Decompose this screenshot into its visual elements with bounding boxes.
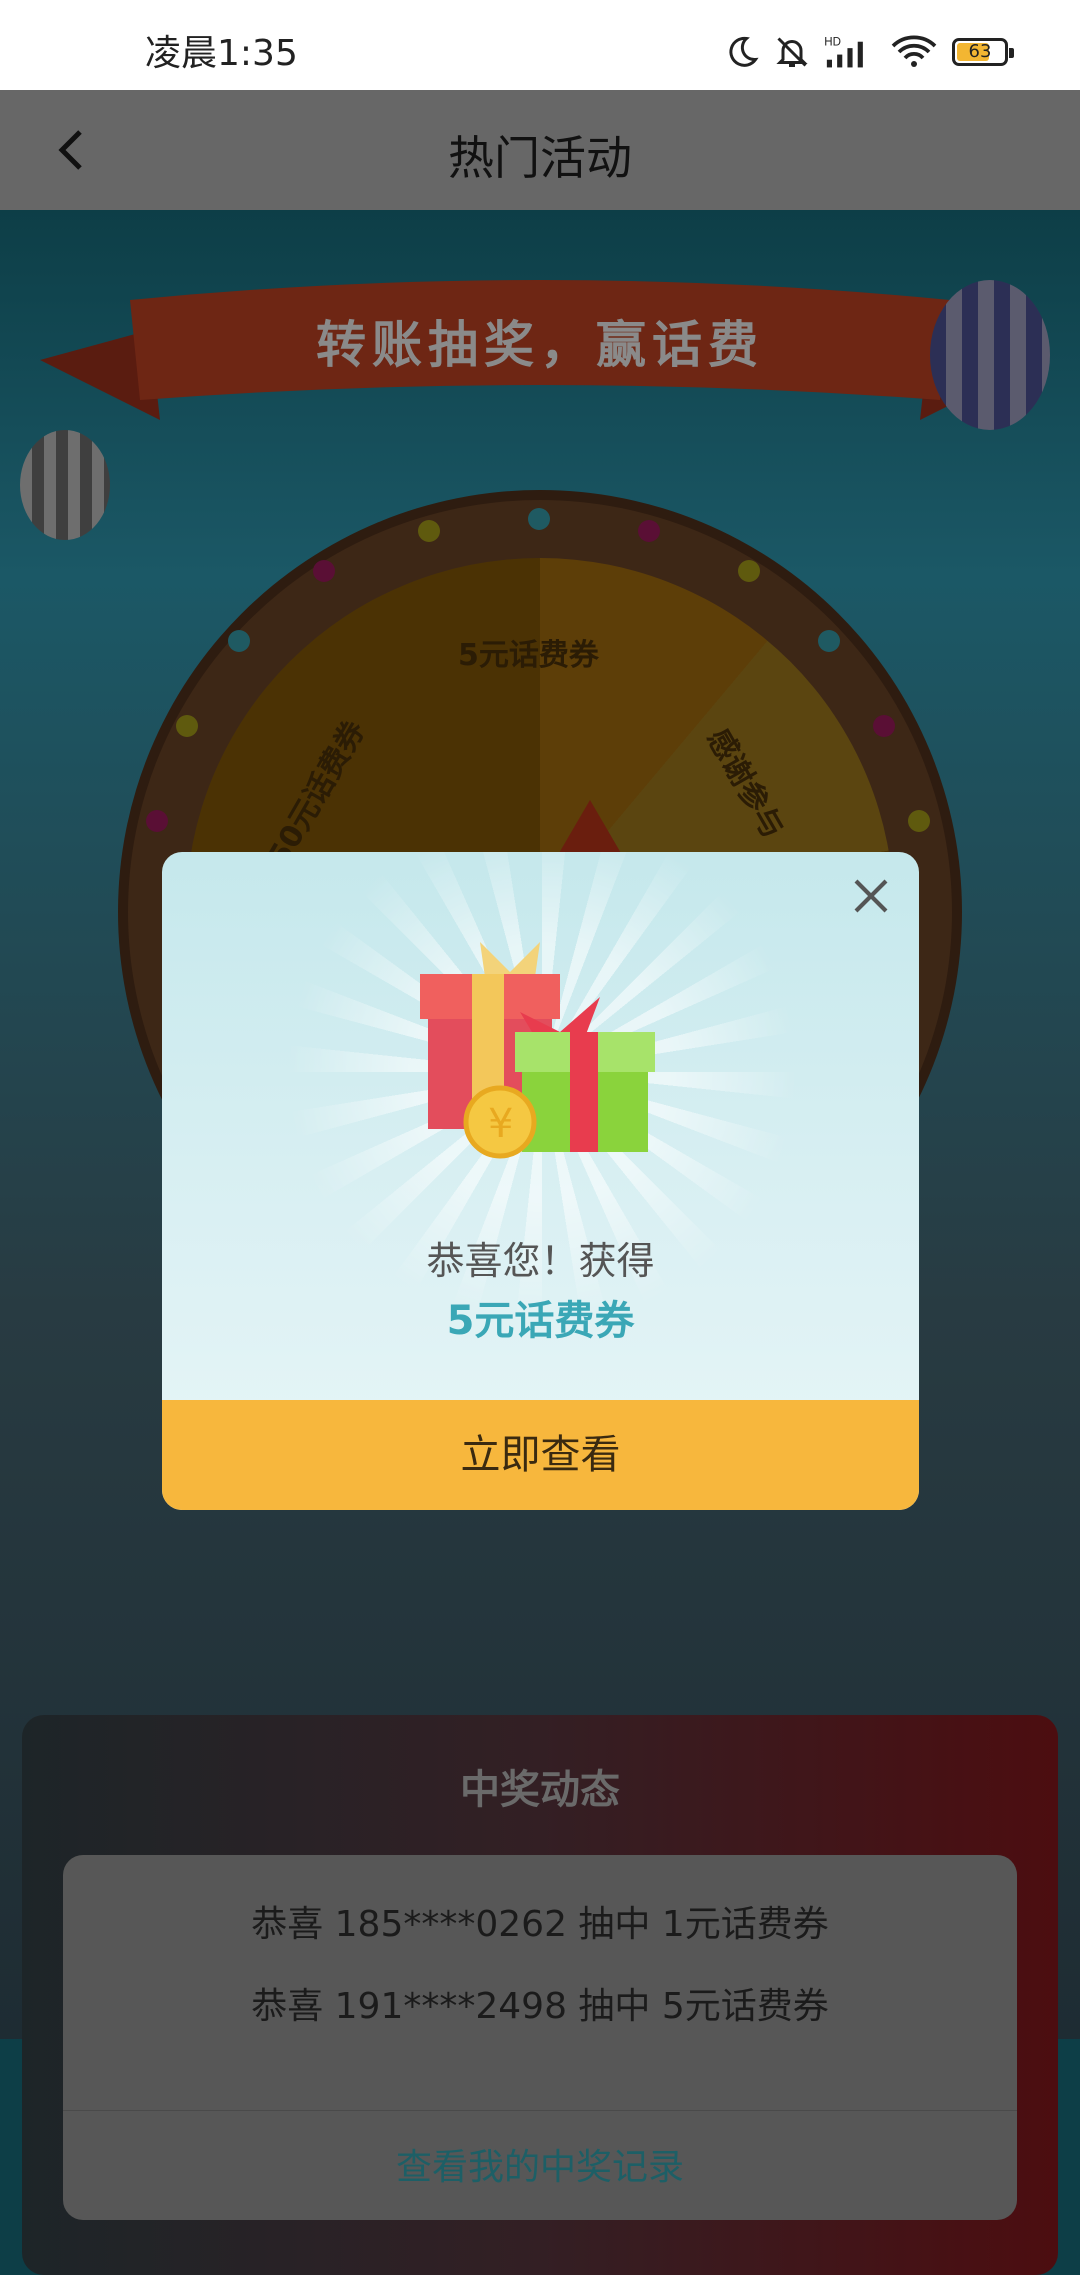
prize-text: 5元话费券 bbox=[446, 1298, 635, 1344]
wheel-light bbox=[146, 810, 168, 832]
congrats-text: 恭喜您！获得 bbox=[426, 1239, 655, 1283]
wheel-light bbox=[818, 630, 840, 652]
svg-text:¥: ¥ bbox=[488, 1101, 513, 1147]
wheel-light bbox=[638, 520, 660, 542]
hd-signal-icon: HD bbox=[824, 37, 863, 68]
wheel-light bbox=[176, 715, 198, 737]
nav-bar: 热门活动 bbox=[0, 90, 1080, 210]
battery-icon: 63 bbox=[952, 38, 1014, 66]
wheel-label-top: 5元话费券 bbox=[458, 638, 599, 673]
winners-card: 恭喜 185****0262 抽中 1元话费券 恭喜 191****2498 抽… bbox=[63, 1855, 1017, 2220]
status-time: 凌晨1:35 bbox=[145, 33, 298, 74]
wheel-light bbox=[418, 520, 440, 542]
winners-title: 中奖动态 bbox=[460, 1767, 620, 1813]
balloon-decoration bbox=[20, 430, 110, 540]
wheel-light bbox=[873, 715, 895, 737]
winner-item: 恭喜 191****2498 抽中 5元话费券 bbox=[251, 1986, 829, 2027]
page-title: 热门活动 bbox=[448, 131, 632, 185]
banner-title: 转账抽奖，赢话费 bbox=[316, 316, 764, 374]
gift-box-icon: ¥ bbox=[420, 942, 655, 1159]
balloon-decoration bbox=[930, 280, 1050, 430]
divider bbox=[63, 2110, 1017, 2111]
bell-off-icon bbox=[776, 37, 808, 67]
winners-panel: 中奖动态 恭喜 185****0262 抽中 1元话费券 恭喜 191****2… bbox=[22, 1715, 1058, 2275]
close-icon[interactable] bbox=[851, 876, 891, 916]
prize-modal: ¥ 恭喜您！获得 5元话费券 立即查看 bbox=[162, 852, 919, 1510]
battery-level: 63 bbox=[968, 41, 992, 62]
my-records-link[interactable]: 查看我的中奖记录 bbox=[63, 2138, 1017, 2190]
wheel-light bbox=[528, 508, 550, 530]
status-bar: 凌晨1:35 HD 63 bbox=[0, 0, 1080, 90]
svg-text:HD: HD bbox=[824, 37, 841, 49]
wheel-light bbox=[228, 630, 250, 652]
status-icons: HD 63 bbox=[724, 34, 1014, 70]
wheel-light bbox=[908, 810, 930, 832]
wifi-icon bbox=[891, 35, 937, 67]
wheel-light bbox=[738, 560, 760, 582]
moon-icon bbox=[729, 36, 759, 67]
view-now-button[interactable]: 立即查看 bbox=[162, 1400, 919, 1510]
winner-item: 恭喜 185****0262 抽中 1元话费券 bbox=[251, 1904, 829, 1945]
wheel-light bbox=[313, 560, 335, 582]
